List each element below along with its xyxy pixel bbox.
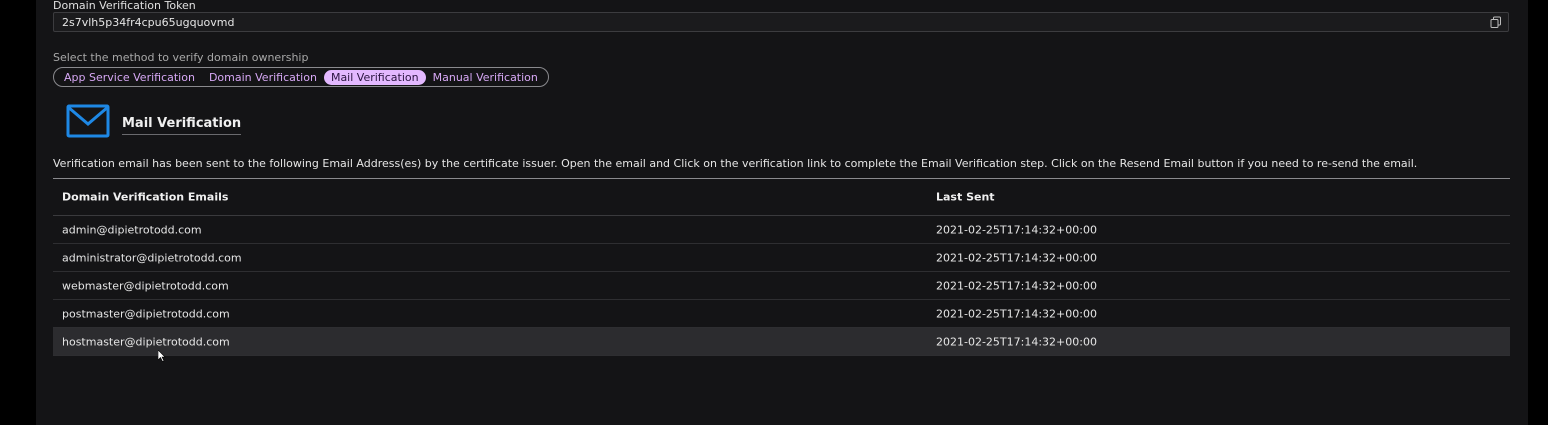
- row-email: webmaster@dipietrotodd.com: [62, 279, 229, 292]
- row-email: administrator@dipietrotodd.com: [62, 251, 242, 264]
- verification-emails-table: Domain Verification Emails Last Sent adm…: [53, 178, 1510, 356]
- header-domain-verification-emails[interactable]: Domain Verification Emails: [62, 191, 228, 204]
- row-last-sent: 2021-02-25T17:14:32+00:00: [936, 279, 1097, 292]
- tab-mail-verification[interactable]: Mail Verification: [323, 69, 426, 85]
- copy-icon[interactable]: [1490, 16, 1502, 28]
- token-value: 2s7vlh5p34fr4cpu65ugquovmd: [62, 16, 235, 29]
- table-row[interactable]: postmaster@dipietrotodd.com 2021-02-25T1…: [53, 300, 1510, 328]
- row-email: postmaster@dipietrotodd.com: [62, 307, 230, 320]
- tab-domain-verification[interactable]: Domain Verification: [202, 70, 324, 85]
- tab-app-service-verification[interactable]: App Service Verification: [57, 70, 202, 85]
- mouse-cursor-icon: [158, 350, 166, 362]
- table-row[interactable]: webmaster@dipietrotodd.com 2021-02-25T17…: [53, 272, 1510, 300]
- header-last-sent[interactable]: Last Sent: [936, 191, 995, 204]
- row-last-sent: 2021-02-25T17:14:32+00:00: [936, 307, 1097, 320]
- verification-method-selector: App Service Verification Domain Verifica…: [53, 67, 549, 87]
- table-row[interactable]: administrator@dipietrotodd.com 2021-02-2…: [53, 244, 1510, 272]
- row-last-sent: 2021-02-25T17:14:32+00:00: [936, 251, 1097, 264]
- method-label: Select the method to verify domain owner…: [53, 51, 309, 64]
- tab-manual-verification[interactable]: Manual Verification: [426, 70, 545, 85]
- verification-description: Verification email has been sent to the …: [53, 157, 1418, 170]
- row-email: admin@dipietrotodd.com: [62, 223, 202, 236]
- row-last-sent: 2021-02-25T17:14:32+00:00: [936, 223, 1097, 236]
- table-header: Domain Verification Emails Last Sent: [53, 179, 1510, 216]
- table-row[interactable]: admin@dipietrotodd.com 2021-02-25T17:14:…: [53, 216, 1510, 244]
- mail-verification-title: Mail Verification: [122, 116, 242, 135]
- token-field[interactable]: 2s7vlh5p34fr4cpu65ugquovmd: [53, 12, 1509, 32]
- row-last-sent: 2021-02-25T17:14:32+00:00: [936, 335, 1097, 348]
- row-email: hostmaster@dipietrotodd.com: [62, 335, 230, 348]
- table-row[interactable]: hostmaster@dipietrotodd.com 2021-02-25T1…: [53, 328, 1510, 356]
- token-label: Domain Verification Token: [53, 0, 196, 12]
- mail-icon: [66, 104, 110, 138]
